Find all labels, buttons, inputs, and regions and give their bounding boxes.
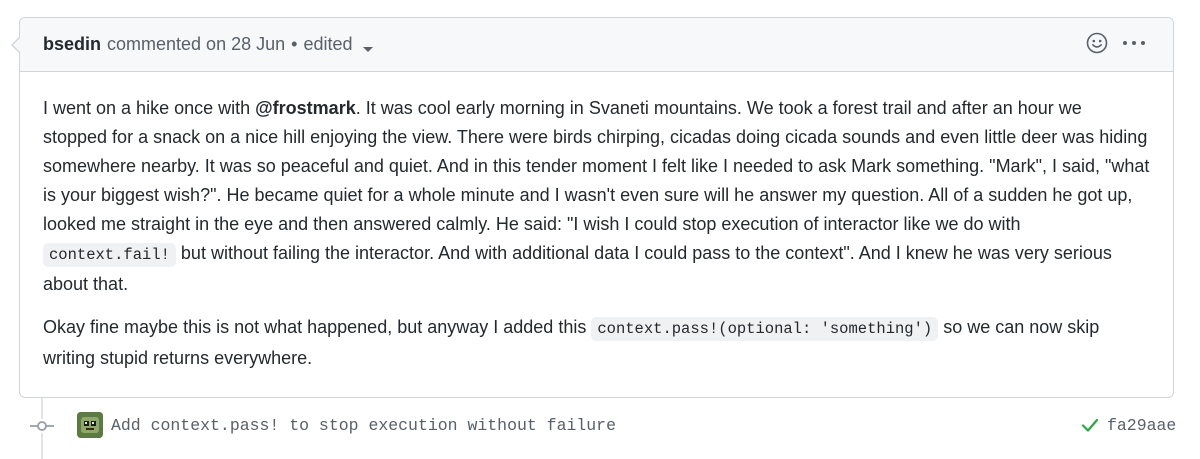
edited-dropdown[interactable]: edited	[303, 34, 373, 55]
comment-box: bsedin commented on 28 Jun • edited I we…	[11, 17, 1174, 398]
kebab-icon	[1123, 41, 1145, 45]
check-icon[interactable]	[1081, 417, 1099, 438]
commit-event: Add context.pass! to stop execution with…	[0, 408, 1200, 444]
comment-body: I went on a hike once with @frostmark. I…	[20, 72, 1173, 373]
paragraph-text: but without failing the interactor. And …	[43, 243, 1112, 294]
comment-actions	[1086, 32, 1146, 54]
comment-paragraph-2: Okay fine maybe this is not what happene…	[43, 313, 1150, 373]
paragraph-text: I went on a hike once with	[43, 98, 256, 118]
add-reaction-button[interactable]	[1086, 32, 1108, 54]
commit-message-link[interactable]: Add context.pass! to stop execution with…	[111, 416, 616, 435]
paragraph-text: Okay fine maybe this is not what happene…	[43, 317, 592, 337]
user-mention-link[interactable]: @frostmark	[255, 98, 356, 118]
comment-date[interactable]: 28 Jun	[231, 34, 285, 55]
comment-options-button[interactable]	[1122, 39, 1146, 47]
comment-header: bsedin commented on 28 Jun • edited	[20, 18, 1173, 72]
comment-action: commented on	[107, 34, 227, 54]
avatar[interactable]	[77, 412, 103, 438]
inline-code: context.fail!	[43, 243, 176, 267]
caret-down-icon	[362, 47, 373, 52]
smiley-icon	[1086, 32, 1108, 54]
git-commit-icon	[30, 419, 54, 433]
comment-paragraph-1: I went on a hike once with @frostmark. I…	[43, 94, 1150, 299]
edited-label: edited	[303, 34, 353, 54]
comment-meta: bsedin commented on 28 Jun • edited	[43, 34, 373, 55]
commit-sha-link[interactable]: fa29aae	[1107, 416, 1176, 435]
meta-separator: •	[291, 34, 298, 54]
comment-author-link[interactable]: bsedin	[43, 34, 101, 55]
inline-code: context.pass!(optional: 'something')	[591, 317, 939, 341]
paragraph-text: . It was cool early morning in Svaneti m…	[43, 98, 1150, 234]
